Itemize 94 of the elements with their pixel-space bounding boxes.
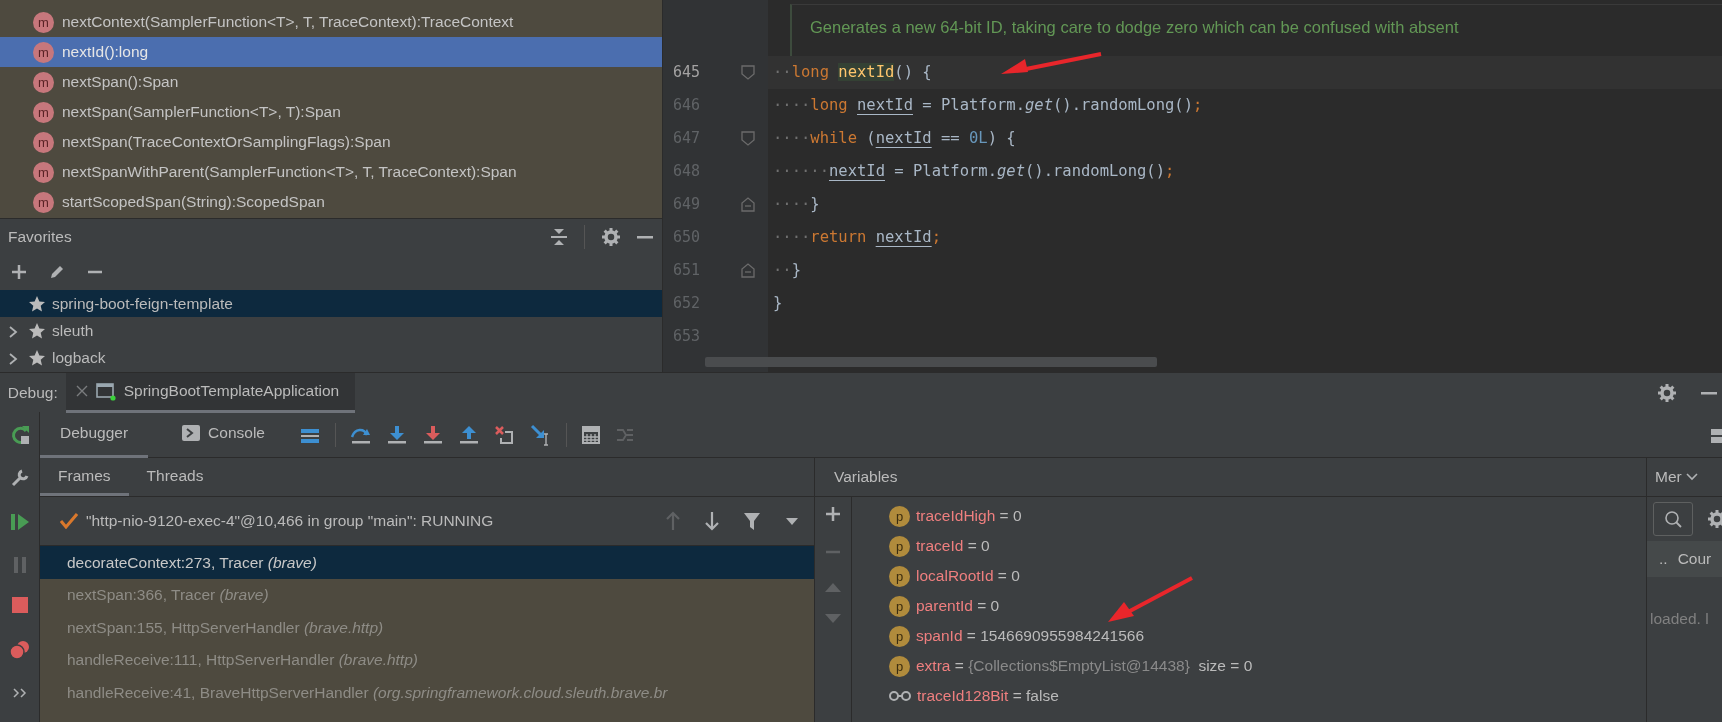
- drop-frame-icon[interactable]: [493, 424, 516, 445]
- star-icon: [28, 321, 46, 340]
- debugger-tab[interactable]: Debugger: [40, 411, 149, 458]
- filter-icon[interactable]: [743, 511, 762, 531]
- favorites-item[interactable]: logback: [0, 344, 662, 371]
- close-icon[interactable]: [75, 385, 88, 397]
- method-icon: m: [33, 71, 54, 93]
- column-header: ..: [1659, 549, 1668, 570]
- settings-icon[interactable]: [1656, 382, 1677, 403]
- dropdown-icon[interactable]: [784, 516, 799, 526]
- method-icon: m: [33, 41, 54, 63]
- force-step-into-icon[interactable]: [421, 424, 444, 445]
- property-icon: p: [889, 625, 910, 647]
- glasses-icon: [889, 690, 911, 702]
- favorites-item[interactable]: sleuth: [0, 317, 662, 344]
- property-icon: p: [889, 505, 910, 527]
- layout-icon[interactable]: [1711, 426, 1722, 445]
- code-line: ····while (nextId == 0L) {: [773, 127, 1016, 149]
- stack-frame[interactable]: decorateContext:273, Tracer (brave): [40, 546, 814, 579]
- wrench-icon[interactable]: [9, 467, 30, 488]
- thread-selector[interactable]: "http-nio-9120-exec-4"@10,466 in group "main": RUNNING: [86, 509, 494, 533]
- variable-entry[interactable]: traceIdHigh = 0: [916, 504, 1022, 528]
- settings-icon[interactable]: [1707, 509, 1722, 529]
- code-line: ··long nextId() {: [773, 61, 932, 83]
- structure-item[interactable]: m nextSpan(TraceContextOrSamplingFlags):Span: [0, 127, 662, 157]
- favorites-item[interactable]: spring-boot-feign-template: [0, 290, 662, 317]
- code-line: ··}: [773, 259, 801, 281]
- step-into-icon[interactable]: [385, 424, 408, 445]
- variable-entry[interactable]: extra = {Collections$EmptyList@14438} size = 0: [916, 654, 1253, 678]
- method-icon: m: [33, 161, 54, 183]
- down-arrow-icon[interactable]: [704, 511, 720, 531]
- fold-marker-icon[interactable]: [741, 197, 755, 212]
- panel-title: Favorites: [8, 226, 72, 247]
- debugger-tab[interactable]: Console: [162, 411, 285, 458]
- debug-label: Debug:: [6, 382, 58, 403]
- double-chevron-icon[interactable]: [12, 688, 27, 698]
- fold-marker-icon[interactable]: [741, 65, 755, 80]
- property-icon: p: [889, 565, 910, 587]
- structure-item[interactable]: m nextSpanWithParent(SamplerFunction<T>, T, TraceContext):Span: [0, 157, 662, 187]
- code-line: ····}: [773, 193, 820, 215]
- search-icon: [1664, 510, 1682, 528]
- step-out-icon[interactable]: [457, 424, 480, 445]
- code-line: ······nextId = Platform.get().randomLong();: [773, 160, 1175, 182]
- code-line: ····long nextId = Platform.get().randomLong();: [773, 94, 1203, 116]
- panel-tab[interactable]: Frames: [40, 458, 129, 496]
- chevron-icon[interactable]: [8, 324, 18, 339]
- code-line: ····return nextId;: [773, 226, 941, 248]
- method-icon: m: [33, 191, 54, 213]
- structure-item[interactable]: m startScopedSpan(String):ScopedSpan: [0, 187, 662, 217]
- collapse-icon[interactable]: [548, 226, 569, 247]
- favorite-label: spring-boot-feign-template: [52, 293, 233, 314]
- structure-item[interactable]: m nextContext(SamplerFunction<T>, T, TraceContext):TraceContext: [0, 7, 662, 37]
- star-icon: [28, 294, 46, 313]
- calculator-icon[interactable]: [580, 424, 601, 445]
- structure-item[interactable]: m nextSpan(SamplerFunction<T>, T):Span: [0, 97, 662, 127]
- method-icon: m: [33, 131, 54, 153]
- line-number: 645: [672, 62, 702, 84]
- horizontal-scrollbar[interactable]: [705, 357, 1157, 367]
- variable-entry[interactable]: parentId = 0: [916, 594, 1000, 618]
- variable-entry[interactable]: localRootId = 0: [916, 564, 1020, 588]
- stop-icon[interactable]: [10, 596, 29, 614]
- breakpoints-icon[interactable]: [8, 640, 31, 660]
- method-icon: m: [33, 11, 54, 33]
- chevron-icon[interactable]: [8, 351, 18, 366]
- method-icon: m: [33, 101, 54, 123]
- fold-marker-icon[interactable]: [741, 263, 755, 278]
- console-icon: [182, 425, 201, 441]
- variable-entry[interactable]: traceId = 0: [916, 534, 990, 558]
- variable-entry[interactable]: spanId = 1546690955984241566: [916, 624, 1144, 648]
- app-window-icon: [95, 381, 116, 401]
- star-icon: [28, 348, 46, 367]
- property-icon: p: [889, 655, 910, 677]
- search-button[interactable]: [1653, 502, 1693, 536]
- column-header[interactable]: Cour: [1677, 547, 1712, 571]
- favorite-label: logback: [52, 347, 106, 368]
- structure-item[interactable]: m nextSpan():Span: [0, 67, 662, 97]
- session-tab[interactable]: SpringBootTemplateApplication: [65, 372, 356, 413]
- code-line: }: [773, 292, 783, 314]
- fold-marker-icon[interactable]: [741, 131, 755, 146]
- add-icon[interactable]: [824, 505, 842, 523]
- favorite-label: sleuth: [52, 320, 94, 341]
- structure-item[interactable]: m nextId():long: [0, 37, 662, 67]
- check-icon: [60, 513, 78, 529]
- property-icon: p: [889, 535, 910, 557]
- chevron-down-icon[interactable]: [1685, 473, 1698, 481]
- panel-tab[interactable]: Threads: [128, 458, 222, 496]
- memory-tab[interactable]: Mer: [1655, 465, 1682, 489]
- resume-icon[interactable]: [9, 513, 30, 531]
- property-icon: p: [889, 595, 910, 617]
- variable-entry[interactable]: traceId128Bit = false: [917, 684, 1059, 708]
- edit-icon[interactable]: [48, 263, 66, 281]
- add-icon[interactable]: [10, 263, 28, 281]
- panel-title: Variables: [834, 467, 898, 488]
- settings-icon[interactable]: [600, 226, 621, 247]
